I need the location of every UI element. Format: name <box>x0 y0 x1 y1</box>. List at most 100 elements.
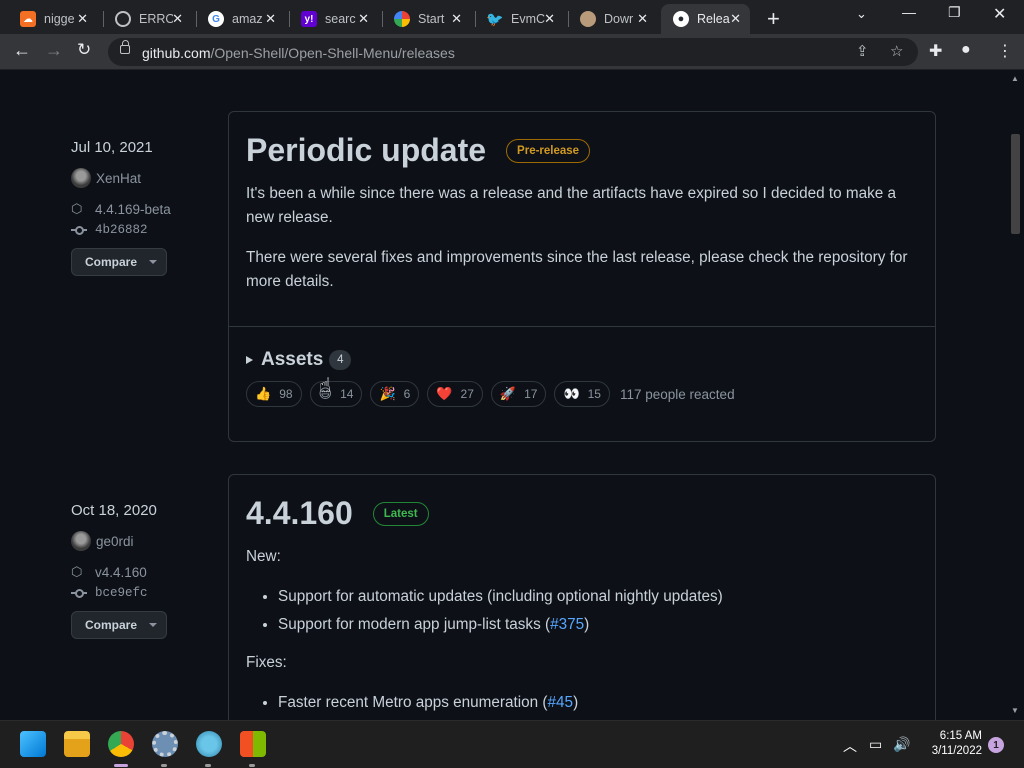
release-tag[interactable]: ⬡ 4.4.169-beta <box>71 201 171 217</box>
list-item: Support for automatic updates (including… <box>278 583 918 611</box>
section-heading: New: <box>246 548 281 565</box>
avatar-icon <box>580 11 596 27</box>
release-date: Oct 18, 2020 <box>71 502 157 519</box>
minimize-icon[interactable]: — <box>902 4 916 20</box>
network-icon[interactable]: ▭ <box>869 736 882 753</box>
address-bar[interactable]: github.com/Open-Shell/Open-Shell-Menu/re… <box>108 38 918 66</box>
release-tag[interactable]: ⬡ v4.4.160 <box>71 564 167 580</box>
release-title[interactable]: 4.4.160 <box>246 495 353 532</box>
release-commit[interactable]: 4b26882 <box>71 223 171 237</box>
url-text[interactable]: github.com/Open-Shell/Open-Shell-Menu/re… <box>142 45 455 61</box>
release-card: 4.4.160 Latest New: Support for automati… <box>228 474 936 720</box>
start-button-icon[interactable] <box>20 731 46 757</box>
close-tab-icon[interactable]: ✕ <box>451 11 462 27</box>
twitter-icon: 🐦 <box>486 10 504 27</box>
tag-name[interactable]: 4.4.169-beta <box>95 202 171 217</box>
browser-tab[interactable]: Dowr ✕ <box>568 4 657 34</box>
github-icon: ● <box>673 11 689 27</box>
reaction-laugh[interactable]: 😄 14 <box>309 381 363 407</box>
list-item: Support for modern app jump-list tasks (… <box>278 611 918 639</box>
release-author[interactable]: XenHat <box>71 168 171 188</box>
browser-tab[interactable]: ☁ nigge ✕ <box>8 4 97 34</box>
bookmark-star-icon[interactable]: ☆ <box>890 42 903 60</box>
browser-tab[interactable]: G amaz ✕ <box>196 4 285 34</box>
start-icon <box>394 11 410 27</box>
close-tab-icon[interactable]: ✕ <box>265 11 276 27</box>
menu-kebab-icon[interactable]: ⋮ <box>997 41 1013 61</box>
browser-tab[interactable]: y! searc ✕ <box>289 4 378 34</box>
globe-icon <box>115 11 131 27</box>
tab-title: Dowr <box>604 12 634 26</box>
release-date: Jul 10, 2021 <box>71 139 153 156</box>
yahoo-icon: y! <box>301 11 317 27</box>
commit-sha[interactable]: bce9efc <box>95 586 148 600</box>
reactions-bar: 👍 98 😄 14 🎉 6 ❤️ 27 🚀 17 👀 15 117 people react… <box>246 381 918 407</box>
back-arrow-icon[interactable]: ← <box>13 40 31 61</box>
tag-icon: ⬡ <box>71 201 83 216</box>
author-name[interactable]: XenHat <box>96 171 141 186</box>
close-window-icon[interactable]: ✕ <box>993 4 1006 24</box>
share-icon[interactable]: ⇪ <box>856 42 869 60</box>
extensions-puzzle-icon[interactable]: ✚ <box>929 41 942 61</box>
chrome-icon[interactable] <box>108 731 134 757</box>
tray-chevron-up-icon[interactable]: ︿ <box>843 736 857 756</box>
disclosure-triangle-icon <box>246 356 253 364</box>
browser-tab[interactable]: Start ✕ <box>382 4 471 34</box>
page-scrollbar[interactable]: ▲ ▼ <box>1007 70 1024 720</box>
avatar[interactable] <box>71 531 91 551</box>
reaction-hooray[interactable]: 🎉 6 <box>370 381 420 407</box>
volume-icon[interactable]: 🔊 <box>893 736 910 753</box>
changelog-list: Faster recent Metro apps enumeration (#4… <box>278 689 918 717</box>
scroll-up-icon[interactable]: ▲ <box>1011 74 1019 83</box>
close-tab-icon[interactable]: ✕ <box>637 11 648 27</box>
hand-cursor-icon: ☝ <box>319 375 332 397</box>
browser-tab[interactable]: ERRO ✕ <box>103 4 192 34</box>
caret-down-icon <box>149 260 158 264</box>
scroll-down-icon[interactable]: ▼ <box>1011 706 1019 715</box>
tab-title: amaz <box>232 12 263 26</box>
issue-link[interactable]: #45 <box>548 694 574 711</box>
browser-toolbar: ← → ↻ github.com/Open-Shell/Open-Shell-M… <box>0 34 1024 70</box>
reload-icon[interactable]: ↻ <box>77 40 91 60</box>
release-commit[interactable]: bce9efc <box>71 586 167 600</box>
reaction-eyes[interactable]: 👀 15 <box>554 381 610 407</box>
close-tab-icon[interactable]: ✕ <box>730 11 741 27</box>
close-tab-icon[interactable]: ✕ <box>544 11 555 27</box>
tab-title: EvmC <box>511 12 545 26</box>
avatar[interactable] <box>71 168 91 188</box>
close-tab-icon[interactable]: ✕ <box>77 11 88 27</box>
release-title[interactable]: Periodic update <box>246 132 486 169</box>
microsoft-store-icon[interactable] <box>240 731 266 757</box>
reaction-thumbsup[interactable]: 👍 98 <box>246 381 302 407</box>
notification-badge[interactable]: 1 <box>988 737 1004 753</box>
lock-icon[interactable] <box>120 40 130 54</box>
reaction-heart[interactable]: ❤️ 27 <box>427 381 483 407</box>
author-name[interactable]: ge0rdi <box>96 534 134 549</box>
assets-toggle[interactable]: Assets 4 <box>246 349 918 371</box>
release-author[interactable]: ge0rdi <box>71 531 167 551</box>
browser-tab[interactable]: 🐦 EvmC ✕ <box>475 4 564 34</box>
commit-sha[interactable]: 4b26882 <box>95 223 148 237</box>
close-tab-icon[interactable]: ✕ <box>358 11 369 27</box>
google-icon: G <box>208 11 224 27</box>
settings-gear-icon[interactable] <box>152 731 178 757</box>
file-explorer-icon[interactable] <box>64 731 90 757</box>
reactions-summary: 117 people reacted <box>619 386 735 402</box>
maps-globe-icon[interactable] <box>196 731 222 757</box>
compare-button[interactable]: Compare <box>71 611 167 639</box>
compare-button[interactable]: Compare <box>71 248 167 276</box>
reaction-rocket[interactable]: 🚀 17 <box>490 381 547 407</box>
browser-tab-active[interactable]: ● Relea ✕ <box>661 4 750 34</box>
release-note-paragraph: There were several fixes and improvement… <box>246 249 908 290</box>
system-clock[interactable]: 6:15 AM 3/11/2022 <box>922 729 982 759</box>
issue-link[interactable]: #375 <box>550 616 584 633</box>
restore-icon[interactable]: ❐ <box>948 4 961 21</box>
forward-arrow-icon[interactable]: → <box>45 40 63 61</box>
tag-name[interactable]: v4.4.160 <box>95 565 147 580</box>
tab-title: Start <box>418 12 445 26</box>
scroll-thumb[interactable] <box>1011 134 1020 234</box>
close-tab-icon[interactable]: ✕ <box>172 11 183 27</box>
new-tab-plus-icon[interactable]: + <box>767 6 780 32</box>
tab-search-chevron-icon[interactable]: ⌄ <box>856 6 867 22</box>
profile-icon[interactable]: ● <box>961 41 971 59</box>
